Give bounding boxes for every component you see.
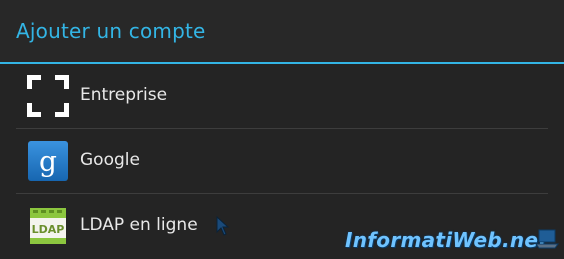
account-item-entreprise[interactable]: Entreprise	[0, 64, 564, 128]
google-g-icon: g	[28, 141, 68, 181]
account-item-google[interactable]: g Google	[0, 129, 564, 193]
account-item-label: Entreprise	[80, 85, 168, 105]
account-item-label: LDAP en ligne	[80, 215, 198, 235]
mouse-pointer-icon	[216, 216, 230, 236]
ldap-icon-text: LDAP	[32, 223, 65, 236]
corporate-frame-icon	[27, 75, 69, 117]
svg-text:g: g	[39, 145, 57, 178]
dialog-title: Ajouter un compte	[16, 19, 206, 43]
ldap-icon: LDAP	[30, 208, 66, 244]
dialog-header: Ajouter un compte	[0, 0, 564, 64]
watermark-text: InformatiWeb.net	[345, 228, 549, 252]
account-item-label: Google	[80, 150, 140, 170]
laptop-logo-icon	[535, 229, 559, 249]
